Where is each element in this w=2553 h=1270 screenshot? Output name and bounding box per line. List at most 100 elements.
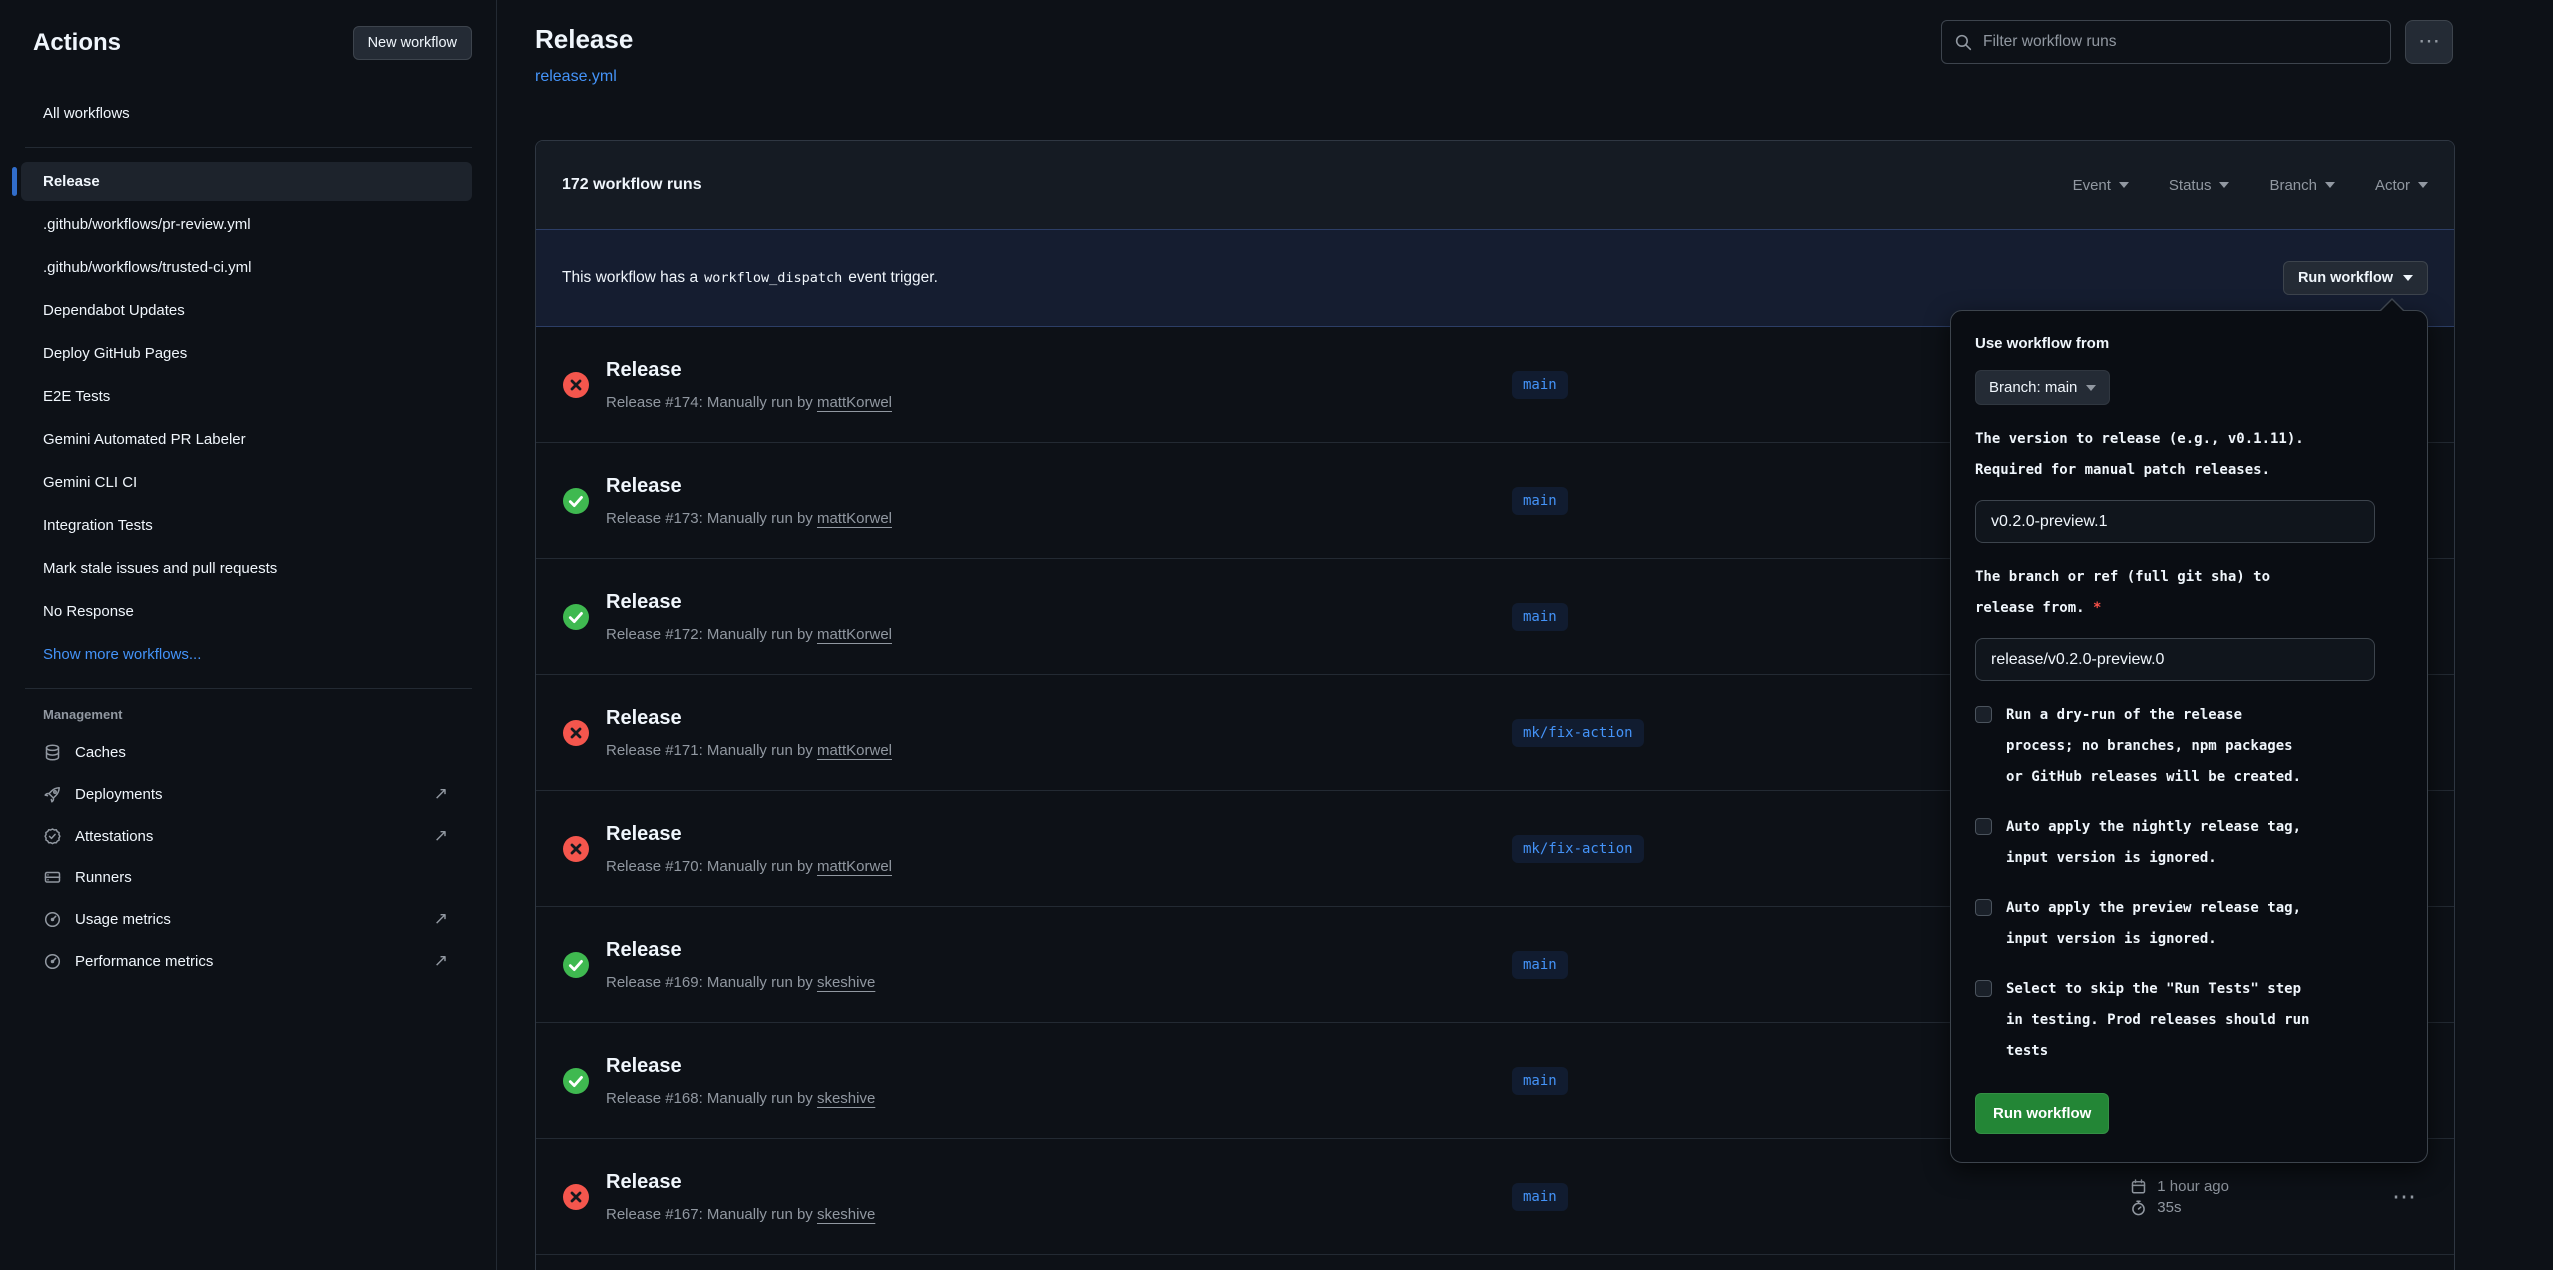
run-title-link[interactable]: Release [606,1055,1512,1078]
success-check-icon [562,603,590,631]
header-controls: ⋯ [1941,20,2453,64]
success-check-icon [562,487,590,515]
ref-input[interactable] [1975,638,2375,681]
sidebar-item-runners[interactable]: Runners [33,857,472,898]
branch-badge[interactable]: mk/fix-action [1512,835,1644,863]
stopwatch-icon [2129,1199,2148,1216]
ref-description-text: The branch or ref (full git sha) to rele… [1975,569,2270,616]
version-input[interactable] [1975,500,2375,543]
sidebar-item-attestations[interactable]: Attestations ↗ [33,815,472,857]
branch-badge[interactable]: mk/fix-action [1512,719,1644,747]
filter-workflow-runs-input[interactable] [1983,33,2378,51]
run-info: Release Release #168: Manually run by sk… [606,1055,1512,1107]
sidebar-item-performance-metrics[interactable]: Performance metrics↗ [33,940,472,982]
actor-link[interactable]: skeshive [817,974,875,991]
popover-checkbox-list: Run a dry-run of the release process; no… [1975,700,2403,1067]
server-icon [43,868,62,887]
run-title-link[interactable]: Release [606,707,1512,730]
actor-link[interactable]: mattKorwel [817,742,892,759]
verified-badge-icon [43,827,62,846]
external-link-icon: ↗ [434,826,448,846]
sidebar-item-caches[interactable]: Caches [33,732,472,773]
run-meta: 1 hour ago35s [2129,1174,2229,1220]
sidebar-item-mark-stale-issues-and-pull-requests[interactable]: Mark stale issues and pull requests [33,549,472,588]
branch-badge[interactable]: main [1512,1067,1568,1095]
success-check-icon [562,1067,590,1095]
branch-select-button[interactable]: Branch: main [1975,370,2110,405]
chevron-down-icon [2403,275,2413,281]
run-workflow-submit-button[interactable]: Run workflow [1975,1093,2109,1134]
filter-workflow-runs-box [1941,20,2391,64]
branch-badge[interactable]: main [1512,951,1568,979]
sidebar-item-dependabot-updates[interactable]: Dependabot Updates [33,291,472,330]
actor-link[interactable]: mattKorwel [817,510,892,527]
banner-text-suffix: event trigger. [848,269,938,287]
actor-link[interactable]: mattKorwel [817,394,892,411]
run-kebab-menu[interactable]: ⋯ [2392,1182,2416,1211]
sidebar-divider [25,688,472,689]
run-description: Release #169: Manually run by skeshive [606,974,1512,991]
new-workflow-button[interactable]: New workflow [353,26,472,60]
run-info: Release Release #169: Manually run by sk… [606,939,1512,991]
branch-badge[interactable]: main [1512,1183,1568,1211]
runs-count: 172 workflow runs [562,176,702,194]
rocket-icon [43,785,62,804]
filter-dropdown-actor[interactable]: Actor [2375,177,2428,194]
actor-link[interactable]: mattKorwel [817,858,892,875]
actor-link[interactable]: mattKorwel [817,626,892,643]
filter-dropdown-event[interactable]: Event [2073,177,2129,194]
sidebar-item-label: Attestations [75,828,153,845]
sidebar-item-deploy-github-pages[interactable]: Deploy GitHub Pages [33,334,472,373]
checkbox-label[interactable]: Select to skip the "Run Tests" step in t… [2006,974,2314,1067]
sidebar-item-e2e-tests[interactable]: E2E Tests [33,377,472,416]
branch-badge[interactable]: main [1512,603,1568,631]
filter-dropdown-status[interactable]: Status [2169,177,2230,194]
popover-checkbox-row-3: Select to skip the "Run Tests" step in t… [1975,974,2403,1067]
run-title-link[interactable]: Release [606,1171,1512,1194]
run-description: Release #168: Manually run by skeshive [606,1090,1512,1107]
checkbox[interactable] [1975,899,1992,916]
workflow-run-row-partial [536,1255,2454,1270]
branch-badge[interactable]: main [1512,487,1568,515]
run-title-link[interactable]: Release [606,939,1512,962]
checkbox-label[interactable]: Run a dry-run of the release process; no… [2006,700,2314,793]
sidebar: Actions New workflow All workflows Relea… [0,0,497,1270]
actor-link[interactable]: skeshive [817,1090,875,1107]
sidebar-item-no-response[interactable]: No Response [33,592,472,631]
branch-badge[interactable]: main [1512,371,1568,399]
sidebar-item-gemini-automated-pr-labeler[interactable]: Gemini Automated PR Labeler [33,420,472,459]
checkbox[interactable] [1975,980,1992,997]
sidebar-item-integration-tests[interactable]: Integration Tests [33,506,472,545]
run-description: Release #172: Manually run by mattKorwel [606,626,1512,643]
run-workflow-dropdown-button[interactable]: Run workflow [2283,261,2428,295]
checkbox-label[interactable]: Auto apply the nightly release tag, inpu… [2006,812,2314,874]
run-description: Release #170: Manually run by mattKorwel [606,858,1512,875]
sidebar-item-deployments[interactable]: Deployments↗ [33,773,472,815]
page-kebab-menu-button[interactable]: ⋯ [2405,20,2453,64]
run-title-link[interactable]: Release [606,475,1512,498]
filter-dropdown-branch[interactable]: Branch [2269,177,2335,194]
sidebar-item-gemini-cli-ci[interactable]: Gemini CLI CI [33,463,472,502]
run-title-link[interactable]: Release [606,359,1512,382]
run-info: Release Release #170: Manually run by ma… [606,823,1512,875]
chevron-down-icon [2418,182,2428,188]
sidebar-item-usage-metrics[interactable]: Usage metrics↗ [33,898,472,940]
run-title-link[interactable]: Release [606,823,1512,846]
show-more-workflows-link[interactable]: Show more workflows... [33,635,472,674]
sidebar-item-all-workflows[interactable]: All workflows [33,94,472,133]
popover-title: Use workflow from [1975,335,2403,352]
checkbox[interactable] [1975,818,1992,835]
branch-select-label: Branch: main [1989,379,2077,396]
checkbox-label[interactable]: Auto apply the preview release tag, inpu… [2006,893,2314,955]
sidebar-item-label: Runners [75,869,132,886]
sidebar-item-release[interactable]: Release [21,162,472,201]
sidebar-item--github-workflows-pr-review-yml[interactable]: .github/workflows/pr-review.yml [33,205,472,244]
workflow-file-link[interactable]: release.yml [535,68,617,86]
external-link-icon: ↗ [434,784,448,804]
actor-link[interactable]: skeshive [817,1206,875,1223]
sidebar-item--github-workflows-trusted-ci-yml[interactable]: .github/workflows/trusted-ci.yml [33,248,472,287]
database-icon [43,743,62,762]
sidebar-item-label: Performance metrics [75,953,213,970]
checkbox[interactable] [1975,706,1992,723]
run-title-link[interactable]: Release [606,591,1512,614]
